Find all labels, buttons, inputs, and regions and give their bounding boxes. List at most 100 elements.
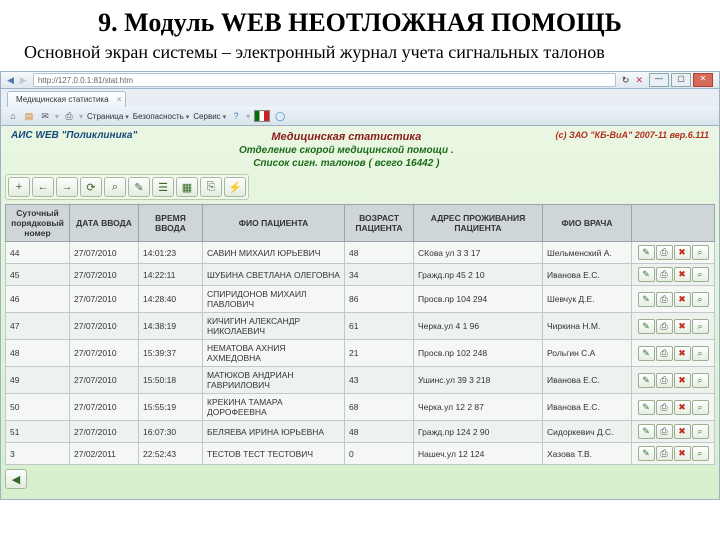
row-delete-button[interactable]: ✖ bbox=[674, 267, 691, 282]
row-edit-button[interactable]: ✎ bbox=[638, 292, 655, 307]
col-date[interactable]: ДАТА ВВОДА bbox=[70, 205, 139, 242]
row-view-button[interactable]: ⌕ bbox=[692, 267, 709, 282]
menu-security[interactable]: Безопасность bbox=[133, 112, 190, 121]
edit-prev-icon[interactable]: ◀ bbox=[5, 469, 27, 489]
cell-doctor: Шевчук Д.Е. bbox=[543, 286, 632, 313]
col-time[interactable]: ВРЕМЯ ВВОДА bbox=[139, 205, 203, 242]
print-icon[interactable]: ⎙ bbox=[63, 110, 75, 122]
action-next-button[interactable]: → bbox=[56, 177, 78, 197]
cell-doctor: Рольгин С.А bbox=[543, 340, 632, 367]
row-view-button[interactable]: ⌕ bbox=[692, 346, 709, 361]
browser-tab[interactable]: Медицинская статистика × bbox=[7, 91, 126, 107]
action-refresh-button[interactable]: ⟳ bbox=[80, 177, 102, 197]
row-print-button[interactable]: ⎙ bbox=[656, 292, 673, 307]
feeds-icon[interactable]: ▤ bbox=[23, 110, 35, 122]
action-edit-button[interactable]: ✎ bbox=[128, 177, 150, 197]
action-run-button[interactable]: ⚡ bbox=[224, 177, 246, 197]
col-address[interactable]: АДРЕС ПРОЖИВАНИЯ ПАЦИЕНТА bbox=[414, 205, 543, 242]
cell-time: 14:38:19 bbox=[139, 313, 203, 340]
col-doctor[interactable]: ФИО ВРАЧА bbox=[543, 205, 632, 242]
table-row[interactable]: 5127/07/201016:07:30БЕЛЯЕВА ИРИНА ЮРЬЕВН… bbox=[6, 421, 715, 443]
cell-patient: ШУБИНА СВЕТЛАНА ОЛЕГОВНА bbox=[203, 264, 345, 286]
nav-fwd-icon[interactable]: ▶ bbox=[20, 75, 27, 86]
table-row[interactable]: 327/02/201122:52:43ТЕСТОВ ТЕСТ ТЕСТОВИЧ0… bbox=[6, 443, 715, 465]
row-view-button[interactable]: ⌕ bbox=[692, 319, 709, 334]
cell-patient: МАТЮКОВ АНДРИАН ГАВРИИЛОВИЧ bbox=[203, 367, 345, 394]
home-icon[interactable]: ⌂ bbox=[7, 110, 19, 122]
cell-number: 47 bbox=[6, 313, 70, 340]
browser-address-bar: ◀ ▶ http://127.0.0.1:81/stat.htm ↻ ✕ — ▢… bbox=[0, 71, 720, 89]
row-view-button[interactable]: ⌕ bbox=[692, 446, 709, 461]
window-maximize-button[interactable]: ▢ bbox=[671, 73, 691, 87]
action-export-button[interactable]: ⎘ bbox=[200, 177, 222, 197]
row-delete-button[interactable]: ✖ bbox=[674, 373, 691, 388]
flag-icon[interactable] bbox=[254, 110, 270, 122]
cell-number: 46 bbox=[6, 286, 70, 313]
row-edit-button[interactable]: ✎ bbox=[638, 346, 655, 361]
action-list-button[interactable]: ☰ bbox=[152, 177, 174, 197]
row-delete-button[interactable]: ✖ bbox=[674, 424, 691, 439]
table-row[interactable]: 4627/07/201014:28:40СПИРИДОНОВ МИХАИЛ ПА… bbox=[6, 286, 715, 313]
row-delete-button[interactable]: ✖ bbox=[674, 446, 691, 461]
row-edit-button[interactable]: ✎ bbox=[638, 446, 655, 461]
cell-time: 14:28:40 bbox=[139, 286, 203, 313]
row-view-button[interactable]: ⌕ bbox=[692, 245, 709, 260]
table-row[interactable]: 4727/07/201014:38:19КИЧИГИН АЛЕКСАНДР НИ… bbox=[6, 313, 715, 340]
row-edit-button[interactable]: ✎ bbox=[638, 267, 655, 282]
row-print-button[interactable]: ⎙ bbox=[656, 400, 673, 415]
action-search-button[interactable]: ⌕ bbox=[104, 177, 126, 197]
help-icon[interactable]: ? bbox=[230, 110, 242, 122]
row-edit-button[interactable]: ✎ bbox=[638, 373, 655, 388]
row-edit-button[interactable]: ✎ bbox=[638, 400, 655, 415]
menu-page[interactable]: Страница bbox=[87, 112, 129, 121]
row-delete-button[interactable]: ✖ bbox=[674, 292, 691, 307]
row-delete-button[interactable]: ✖ bbox=[674, 346, 691, 361]
window-close-button[interactable]: ✕ bbox=[693, 73, 713, 87]
row-print-button[interactable]: ⎙ bbox=[656, 267, 673, 282]
col-age[interactable]: ВОЗРАСТ ПАЦИЕНТА bbox=[345, 205, 414, 242]
row-print-button[interactable]: ⎙ bbox=[656, 346, 673, 361]
edit-record-bar[interactable]: ◀ bbox=[5, 469, 715, 489]
tab-close-icon[interactable]: × bbox=[117, 95, 122, 104]
cell-age: 43 bbox=[345, 367, 414, 394]
cell-number: 50 bbox=[6, 394, 70, 421]
row-print-button[interactable]: ⎙ bbox=[656, 245, 673, 260]
row-edit-button[interactable]: ✎ bbox=[638, 245, 655, 260]
table-row[interactable]: 4527/07/201014:22:11ШУБИНА СВЕТЛАНА ОЛЕГ… bbox=[6, 264, 715, 286]
col-patient[interactable]: ФИО ПАЦИЕНТА bbox=[203, 205, 345, 242]
window-minimize-button[interactable]: — bbox=[649, 73, 669, 87]
action-grid-button[interactable]: ▦ bbox=[176, 177, 198, 197]
row-edit-button[interactable]: ✎ bbox=[638, 424, 655, 439]
row-delete-button[interactable]: ✖ bbox=[674, 319, 691, 334]
row-delete-button[interactable]: ✖ bbox=[674, 245, 691, 260]
row-delete-button[interactable]: ✖ bbox=[674, 400, 691, 415]
action-prev-button[interactable]: ← bbox=[32, 177, 54, 197]
row-print-button[interactable]: ⎙ bbox=[656, 319, 673, 334]
url-input[interactable]: http://127.0.0.1:81/stat.htm bbox=[33, 73, 616, 87]
cell-patient: БЕЛЯЕВА ИРИНА ЮРЬЕВНА bbox=[203, 421, 345, 443]
app-page: АИС WEB "Поликлиника" Медицинская статис… bbox=[0, 126, 720, 500]
row-view-button[interactable]: ⌕ bbox=[692, 424, 709, 439]
signals-table: Суточный порядковый номер ДАТА ВВОДА ВРЕ… bbox=[5, 204, 715, 465]
menu-service[interactable]: Сервис bbox=[193, 112, 226, 121]
row-print-button[interactable]: ⎙ bbox=[656, 373, 673, 388]
slide-subtitle: Основной экран системы – электронный жур… bbox=[0, 38, 720, 71]
col-actions bbox=[632, 205, 715, 242]
row-view-button[interactable]: ⌕ bbox=[692, 292, 709, 307]
table-row[interactable]: 4827/07/201015:39:37НЕМАТОВА АХНИЯ АХМЕД… bbox=[6, 340, 715, 367]
row-print-button[interactable]: ⎙ bbox=[656, 424, 673, 439]
row-view-button[interactable]: ⌕ bbox=[692, 373, 709, 388]
col-number[interactable]: Суточный порядковый номер bbox=[6, 205, 70, 242]
table-row[interactable]: 4927/07/201015:50:18МАТЮКОВ АНДРИАН ГАВР… bbox=[6, 367, 715, 394]
refresh-icon[interactable]: ↻ bbox=[622, 75, 630, 86]
row-view-button[interactable]: ⌕ bbox=[692, 400, 709, 415]
nav-back-icon[interactable]: ◀ bbox=[7, 75, 14, 86]
stop-icon[interactable]: ✕ bbox=[635, 75, 643, 86]
mail-icon[interactable]: ✉ bbox=[39, 110, 51, 122]
row-print-button[interactable]: ⎙ bbox=[656, 446, 673, 461]
table-row[interactable]: 5027/07/201015:55:19КРЕКИНА ТАМАРА ДОРОФ… bbox=[6, 394, 715, 421]
action-add-button[interactable]: + bbox=[8, 177, 30, 197]
table-row[interactable]: 4427/07/201014:01:23САВИН МИХАИЛ ЮРЬЕВИЧ… bbox=[6, 242, 715, 264]
row-edit-button[interactable]: ✎ bbox=[638, 319, 655, 334]
addon-icon[interactable]: ◯ bbox=[274, 110, 286, 122]
